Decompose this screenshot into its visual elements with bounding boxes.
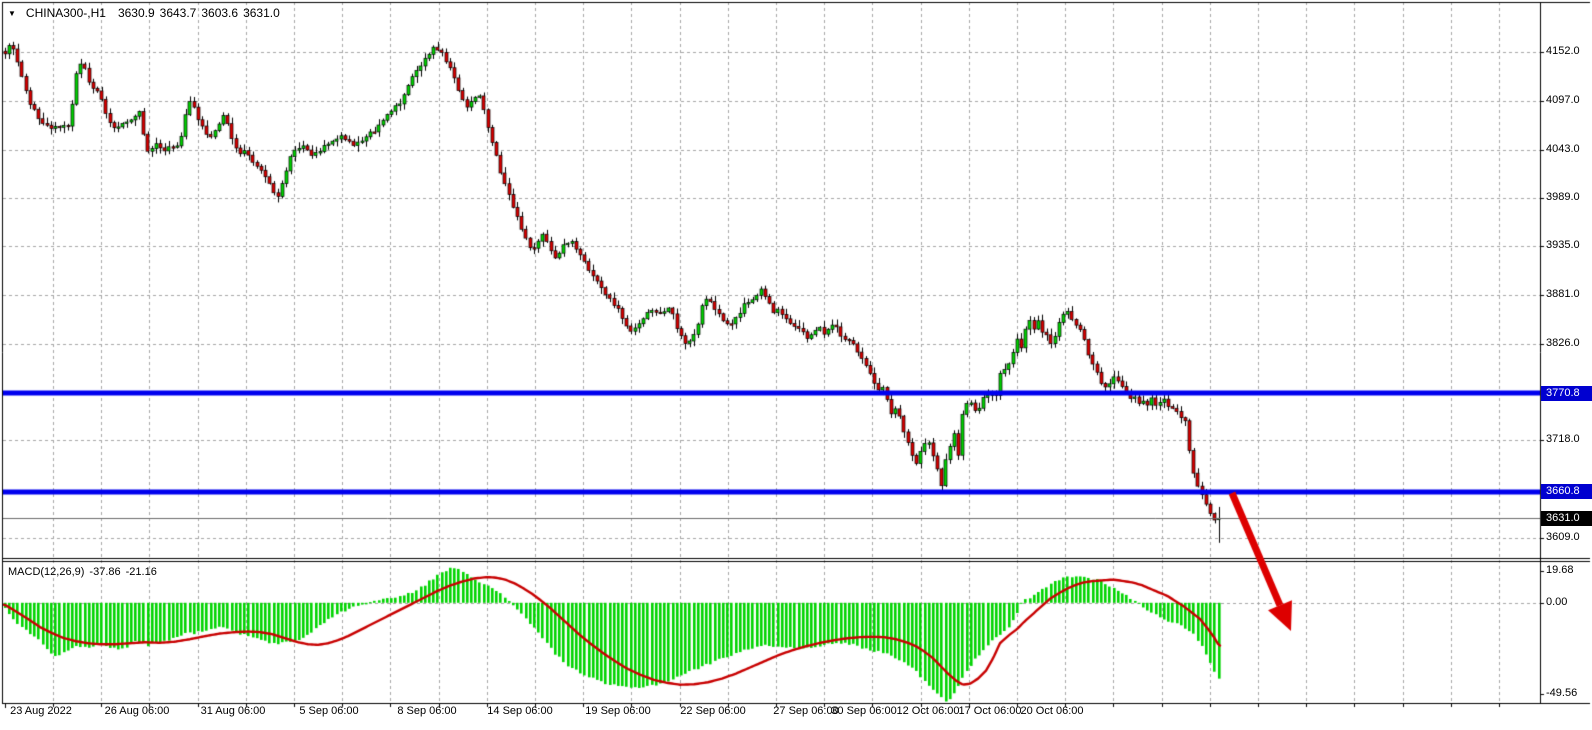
price-tick-label: 3989.0 [1546,191,1580,203]
time-label: 27 Sep 06:00 [773,705,838,717]
time-label: 14 Sep 06:00 [487,705,552,717]
macd-value: -37.86 [89,566,120,578]
macd-tick-label: 0.00 [1546,596,1567,608]
open-value: 3630.9 [118,6,155,20]
macd-tick-label: 19.68 [1546,564,1574,576]
hline-price-badge: 3660.8 [1541,484,1592,499]
macd-indicator-label: MACD(12,26,9) -37.86 -21.16 [8,565,162,579]
macd-signal-value: -21.16 [126,566,157,578]
chart-window: ▼ CHINA300-,H1 3630.93643.73603.63631.0 … [0,0,1592,730]
chart-title: ▼ CHINA300-,H1 3630.9 3643.7 3603.6 3631.0 [8,6,285,20]
time-label: 23 Aug 2022 [10,705,72,717]
time-label: 31 Aug 06:00 [201,705,266,717]
price-tick-label: 3609.0 [1546,531,1580,543]
price-tick-label: 3826.0 [1546,337,1580,349]
symbol-dropdown-icon: ▼ [8,7,16,21]
hline-price-badge: 3770.8 [1541,386,1592,401]
price-tick-label: 4097.0 [1546,94,1580,106]
last-price-badge: 3631.0 [1541,511,1592,526]
price-tick-label: 4043.0 [1546,143,1580,155]
price-tick-label: 3935.0 [1546,239,1580,251]
high-value: 3643.7 [160,6,197,20]
close-value: 3631.0 [243,6,280,20]
macd-tick-label: -49.56 [1546,687,1577,699]
macd-name: MACD(12,26,9) [8,566,84,578]
time-label: 12 Oct 06:00 [897,705,960,717]
time-label: 30 Sep 06:00 [831,705,896,717]
time-label: 22 Sep 06:00 [680,705,745,717]
price-tick-label: 3881.0 [1546,288,1580,300]
time-label: 19 Sep 06:00 [585,705,650,717]
ohlc-values: 3630.9 3643.7 3603.6 3631.0 [118,6,285,20]
low-value: 3603.6 [201,6,238,20]
symbol-period-label: CHINA300-,H1 [26,6,106,20]
time-label: 8 Sep 06:00 [397,705,456,717]
time-label: 20 Oct 06:00 [1021,705,1084,717]
time-label: 17 Oct 06:00 [959,705,1022,717]
price-chart-canvas[interactable] [0,0,1592,730]
time-label: 5 Sep 06:00 [299,705,358,717]
time-label: 26 Aug 06:00 [105,705,170,717]
price-tick-label: 4152.0 [1546,45,1580,57]
price-tick-label: 3718.0 [1546,433,1580,445]
